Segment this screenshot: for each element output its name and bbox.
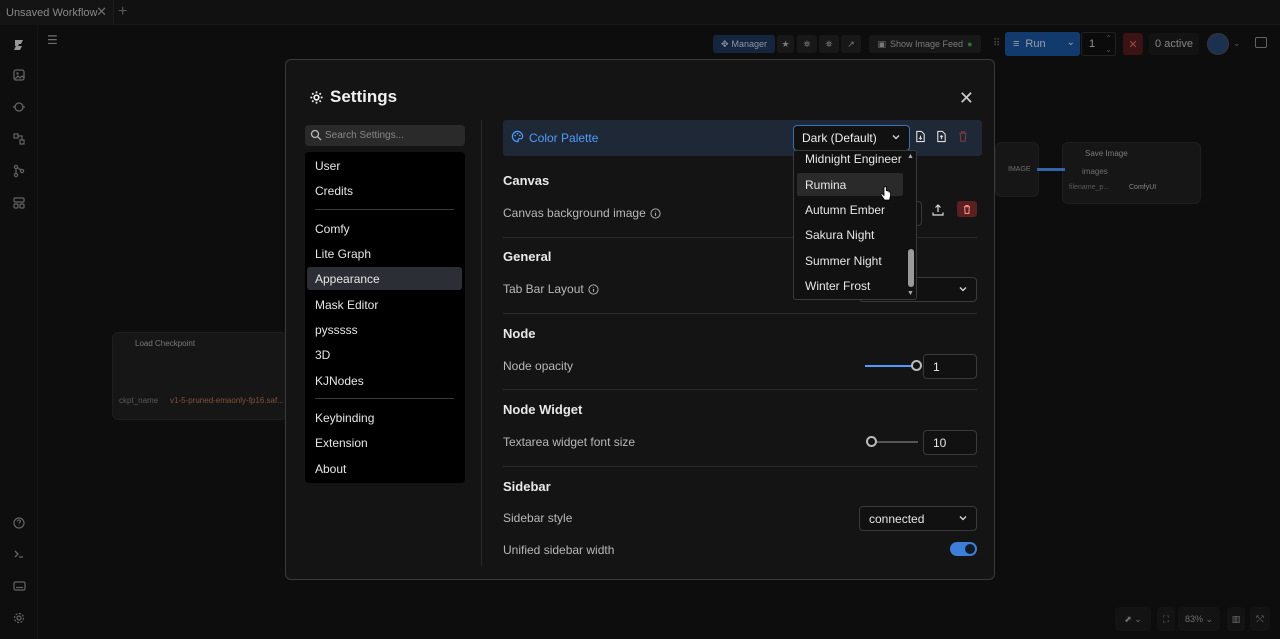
section-node-widget-title: Node Widget [503, 402, 583, 417]
color-palette-label: Color Palette [529, 131, 599, 145]
gear-icon [309, 90, 324, 105]
section-general-title: General [503, 249, 552, 264]
divider [503, 466, 977, 467]
setting-tab-bar-layout: Tab Bar Layout [503, 282, 599, 296]
category-3d[interactable]: 3D [307, 343, 462, 366]
close-icon[interactable]: ✕ [959, 88, 974, 109]
section-sidebar-title: Sidebar [503, 479, 551, 494]
textarea-font-input[interactable]: 10 [923, 430, 977, 455]
settings-category-list: User Credits Comfy Lite Graph Appearance… [305, 152, 465, 483]
trash-icon[interactable] [957, 130, 971, 144]
textarea-font-slider-track[interactable] [872, 441, 918, 443]
node-opacity-slider-handle[interactable] [911, 360, 922, 371]
category-credits[interactable]: Credits [307, 179, 462, 202]
setting-canvas-bg-image: Canvas background image [503, 206, 661, 220]
search-icon [310, 129, 322, 141]
scrollbar-thumb[interactable] [908, 249, 914, 287]
unified-sidebar-width-toggle[interactable] [950, 542, 977, 556]
palette-option-summer-night[interactable]: Summer Night [797, 249, 903, 272]
chevron-down-icon [958, 513, 968, 523]
divider [315, 398, 454, 399]
palette-option-sakura-night[interactable]: Sakura Night [797, 223, 903, 246]
category-about[interactable]: About [307, 457, 462, 480]
upload-icon[interactable] [931, 203, 947, 219]
category-comfy[interactable]: Comfy [307, 217, 462, 240]
chevron-down-icon [958, 284, 968, 294]
category-pysssss[interactable]: pysssss [307, 318, 462, 341]
setting-unified-sidebar-width: Unified sidebar width [503, 543, 615, 557]
mouse-cursor-icon [880, 186, 892, 202]
palette-option-midnight-engineer[interactable]: Midnight Engineer [797, 151, 903, 170]
sidebar-style-select[interactable]: connected [859, 506, 977, 531]
category-keybinding[interactable]: Keybinding [307, 406, 462, 429]
color-palette-dropdown: Midnight Engineer Rumina Autumn Ember Sa… [793, 150, 917, 300]
setting-sidebar-style: Sidebar style [503, 511, 573, 525]
export-palette-icon[interactable] [914, 130, 928, 144]
search-input[interactable]: Search Settings... [305, 125, 465, 146]
setting-node-opacity: Node opacity [503, 359, 574, 373]
toggle-knob [965, 544, 975, 554]
category-appearance[interactable]: Appearance [307, 267, 462, 290]
node-opacity-slider-fill [865, 365, 917, 367]
info-icon[interactable] [588, 283, 599, 295]
section-canvas-title: Canvas [503, 173, 550, 188]
palette-option-winter-frost[interactable]: Winter Frost [797, 274, 903, 297]
settings-dialog: Settings ✕ Search Settings... User Credi… [285, 59, 995, 580]
category-extension[interactable]: Extension [307, 431, 462, 454]
scroll-up-icon[interactable]: ▲ [907, 153, 914, 160]
dialog-title: Settings [309, 87, 397, 107]
divider [503, 389, 977, 390]
info-icon[interactable] [650, 207, 661, 219]
section-node-title: Node [503, 326, 536, 341]
node-opacity-input[interactable]: 1 [923, 354, 977, 379]
trash-icon[interactable] [957, 201, 977, 217]
category-kjnodes[interactable]: KJNodes [307, 369, 462, 392]
color-palette-select[interactable]: Dark (Default) [793, 125, 910, 151]
divider [315, 209, 454, 210]
vertical-divider [481, 120, 482, 566]
dropdown-scrollbar[interactable]: ▲ ▼ [907, 153, 915, 299]
scroll-down-icon[interactable]: ▼ [907, 290, 914, 297]
divider [503, 313, 977, 314]
chevron-down-icon [891, 132, 901, 142]
textarea-font-slider-handle[interactable] [866, 436, 877, 447]
setting-textarea-font-size: Textarea widget font size [503, 435, 636, 449]
category-user[interactable]: User [307, 154, 462, 177]
palette-icon [511, 130, 524, 143]
import-palette-icon[interactable] [935, 130, 949, 144]
category-mask-editor[interactable]: Mask Editor [307, 293, 462, 316]
category-lite-graph[interactable]: Lite Graph [307, 242, 462, 265]
